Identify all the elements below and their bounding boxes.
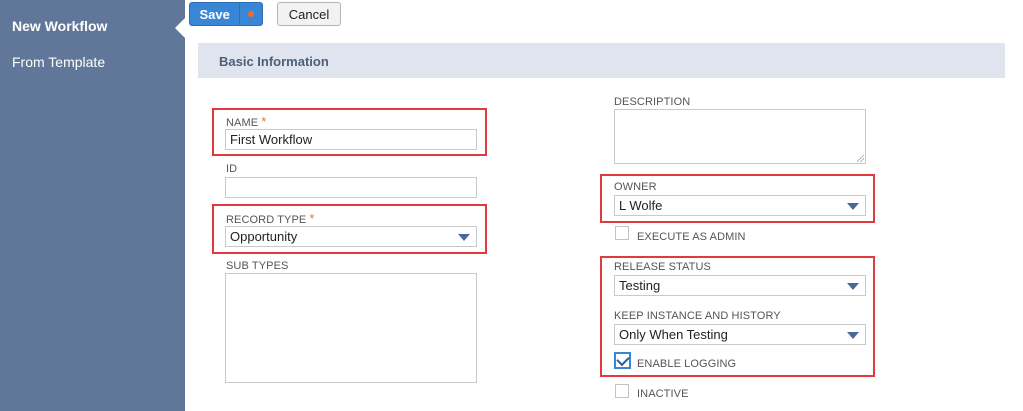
enable-logging-label: ENABLE LOGGING (637, 358, 737, 370)
chevron-down-icon (847, 332, 859, 339)
owner-select[interactable]: L Wolfe (614, 195, 866, 216)
sidebar-item-new-workflow[interactable]: New Workflow (12, 18, 107, 34)
owner-label: OWNER (614, 181, 657, 193)
chevron-down-icon (458, 234, 470, 241)
section-header: Basic Information (198, 43, 1005, 78)
description-textarea[interactable] (614, 109, 866, 164)
sub-types-label: SUB TYPES (226, 260, 289, 272)
id-label: ID (226, 163, 238, 175)
checkmark-icon (615, 352, 630, 367)
release-status-select[interactable]: Testing (614, 275, 866, 296)
execute-as-admin-label: EXECUTE AS ADMIN (637, 231, 746, 243)
inactive-checkbox[interactable] (615, 384, 629, 398)
inactive-label: INACTIVE (637, 388, 689, 400)
name-label-text: NAME (226, 117, 259, 129)
name-value: First Workflow (230, 132, 313, 147)
sub-types-list[interactable] (225, 273, 477, 383)
record-type-value: Opportunity (230, 229, 298, 244)
section-title: Basic Information (219, 54, 329, 69)
record-type-label-text: RECORD TYPE (226, 214, 307, 226)
release-status-value: Testing (619, 278, 661, 293)
save-menu-toggle[interactable] (239, 3, 262, 25)
name-label: NAME * (226, 114, 266, 129)
save-button[interactable]: Save (189, 2, 263, 26)
sidebar: New Workflow From Template (0, 0, 185, 411)
chevron-down-icon (847, 283, 859, 290)
record-type-select[interactable]: Opportunity (225, 226, 477, 247)
cancel-button[interactable]: Cancel (277, 2, 341, 26)
save-button-label: Save (199, 6, 230, 22)
description-label: DESCRIPTION (614, 96, 691, 108)
release-status-label: RELEASE STATUS (614, 261, 711, 273)
id-field[interactable] (225, 177, 477, 198)
enable-logging-checkbox[interactable] (614, 352, 631, 369)
required-mark: * (309, 211, 315, 226)
record-type-label: RECORD TYPE * (226, 211, 315, 226)
active-item-pointer (175, 18, 185, 38)
sidebar-item-from-template[interactable]: From Template (12, 54, 105, 70)
keep-instance-select[interactable]: Only When Testing (614, 324, 866, 345)
name-field[interactable]: First Workflow (225, 129, 477, 150)
resize-grip-icon[interactable] (857, 155, 864, 162)
owner-value: L Wolfe (619, 198, 663, 213)
keep-instance-value: Only When Testing (619, 327, 728, 342)
keep-instance-label: KEEP INSTANCE AND HISTORY (614, 310, 781, 322)
required-mark: * (261, 114, 267, 129)
dot-icon (248, 11, 255, 17)
execute-as-admin-checkbox[interactable] (615, 226, 629, 240)
chevron-down-icon (847, 203, 859, 210)
